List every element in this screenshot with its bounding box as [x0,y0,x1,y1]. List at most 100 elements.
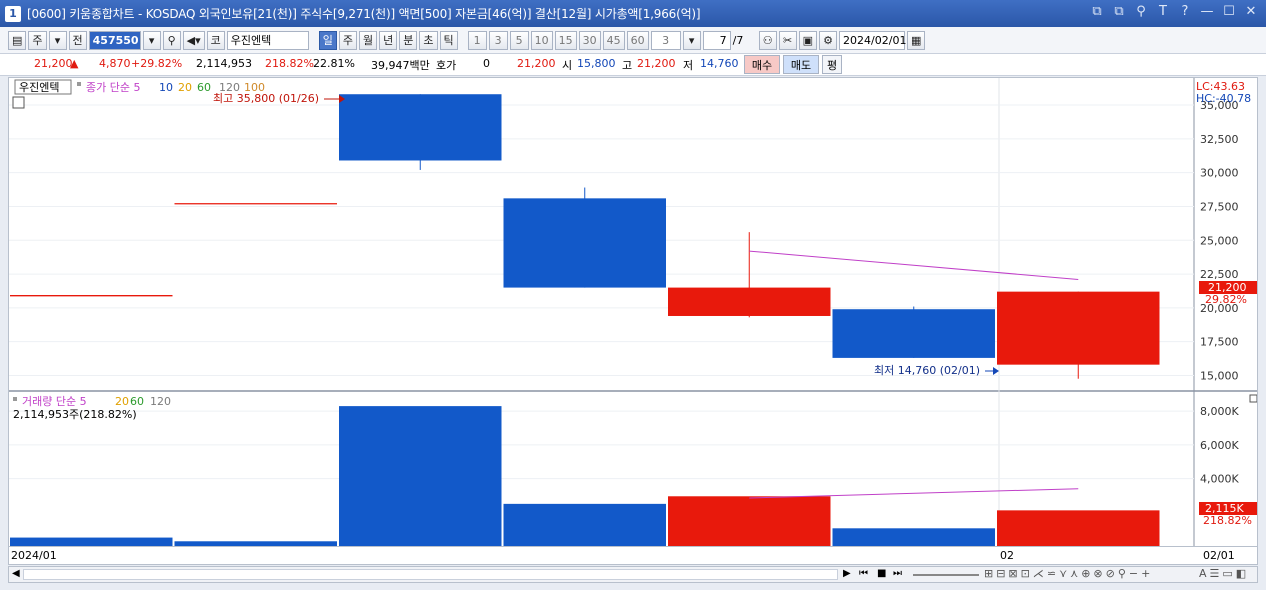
candlestick-chart[interactable]: 35,00032,50030,00027,50025,00022,50020,0… [9,78,1258,546]
zoom-slider[interactable] [913,574,979,576]
volume-value-note: 2,114,953주(218.82%) [13,408,137,421]
stock-code-input[interactable]: 457550 [88,30,141,50]
x-label-right: 02/01 [1203,549,1235,562]
low-label: 저 [683,59,694,72]
grid-toggle-icon[interactable] [12,96,25,109]
candle-body [339,94,502,161]
tab-tick[interactable]: 틱 [439,30,458,50]
stock-tag: 우진엔텍 [19,81,59,94]
code-dropdown-icon[interactable]: ▾ [142,30,161,50]
x-label-start: 2024/01 [11,549,57,562]
layout-icon[interactable]: ▤ [8,30,27,50]
maximize-icon[interactable]: ☐ [1222,4,1236,19]
volume-bar [10,537,173,546]
window-title: [0600] 키움종합차트 - KOSDAQ 외국인보유[21(천)] 주식수[… [27,7,701,21]
open-label: 시 [562,59,573,72]
scroll-right-icon[interactable]: ▶ [843,568,851,579]
price-legend-main: 종가 단순 5 [86,81,140,94]
hoga-label: 호가 [436,59,457,72]
interval-1[interactable]: 1 [467,30,487,50]
interval-10[interactable]: 10 [530,30,553,50]
copy-window-icon[interactable]: ⧉ [1112,4,1126,19]
text-tools-icon[interactable]: A☰▭◧ [1199,567,1249,580]
stop-icon[interactable]: ■ [877,568,886,579]
compare-icon[interactable]: ⚇ [758,30,777,50]
period-dropdown-icon[interactable]: ▾ [48,30,67,50]
trade-amount: 39,947백만 [371,59,430,72]
link-window-icon[interactable]: ⧉ [1090,4,1104,19]
price-change: 4,870 [99,57,131,70]
date-input[interactable]: 2024/02/01 [839,30,906,50]
candle-body [503,198,666,288]
tab-weekly[interactable]: 주 [338,30,358,50]
max-price-note: 최고 35,800 (01/26) [213,92,319,105]
interval-dropdown-icon[interactable]: ▾ [682,30,701,50]
volume-tick-label: 6,000K [1200,439,1239,452]
volume-ratio: 218.82% [265,57,314,70]
forward-icon[interactable]: ⏭ [893,568,902,579]
page-total: /7 [732,33,744,47]
minimize-icon[interactable]: — [1200,4,1214,19]
interval-45[interactable]: 45 [602,30,625,50]
price-ma5-line [749,250,1079,280]
eval-button[interactable]: 평 [822,55,842,74]
high-price: 21,200 [637,57,676,70]
rewind-icon[interactable]: ⏮ [859,568,868,579]
quote-bar: 21,200 ▲ 4,870 +29.82% 2,114,953 218.82%… [0,54,1266,76]
buy-button[interactable]: 매수 [744,55,780,74]
interval-60[interactable]: 60 [626,30,649,50]
settings-icon[interactable]: ⚙ [819,30,838,50]
calendar-icon[interactable]: ▦ [907,30,926,50]
sell-button[interactable]: 매도 [783,55,819,74]
up-arrow-icon: ▲ [70,57,79,70]
tab-daily[interactable]: 일 [318,30,337,50]
current-price: 21,200 [34,57,73,70]
close-icon[interactable]: ✕ [1244,4,1258,19]
search-icon[interactable]: ⚲ [162,30,181,50]
hoga-value: 0 [483,57,490,70]
stock-name-field[interactable]: 우진엔텍 [226,30,309,50]
scroll-track[interactable] [23,569,838,580]
price-tick-label: 30,000 [1200,167,1239,180]
tab-second[interactable]: 초 [419,30,438,50]
pin-icon[interactable]: ⚲ [1134,4,1148,19]
price-tick-label: 22,500 [1200,268,1239,281]
market-label[interactable]: 코 [206,30,225,50]
volume-bar [997,510,1160,546]
hc-label: HC:-40.78 [1196,92,1251,105]
chart-scrollbar[interactable]: ◀ ▶ ⏮ ■ ⏭ ⊞⊟⊠⊡⋌⋍⋎⋏⊕⊗⊘⚲−+ A☰▭◧ [8,566,1258,583]
volume-bar [668,496,831,546]
price-tick-label: 32,500 [1200,133,1239,146]
tab-yearly[interactable]: 년 [379,30,398,50]
speaker-icon[interactable]: ◀▾ [182,30,205,50]
interval-3[interactable]: 3 [488,30,508,50]
scroll-left-icon[interactable]: ◀ [12,568,20,579]
volume-panel-close-icon[interactable] [1249,394,1258,403]
candle-body [668,287,831,316]
window-number: 1 [5,5,21,22]
price-legend-10: 10 [159,81,173,94]
volume-bar [339,406,502,546]
period-select[interactable]: 주 [28,30,47,50]
drawing-tools-icon[interactable]: ⊞⊟⊠⊡⋌⋍⋎⋏⊕⊗⊘⚲−+ [984,567,1153,580]
interval-15[interactable]: 15 [554,30,577,50]
volume-tick-label: 4,000K [1200,473,1239,486]
volume-legend-main: 거래량 단순 5 [22,395,87,408]
help-icon[interactable]: ? [1178,4,1192,19]
interval-5[interactable]: 5 [509,30,529,50]
prev-button[interactable]: 전 [68,30,87,50]
save-icon[interactable]: ▣ [798,30,818,50]
price-legend-60: 60 [197,81,211,94]
volume-legend-20: 20 [115,395,129,408]
chart-area[interactable]: 35,000 32,500 30,000 27,500 25,000 22,500 20,0… [8,77,1258,547]
tools-icon[interactable]: ✂ [778,30,797,50]
interval-30[interactable]: 30 [578,30,601,50]
tab-monthly[interactable]: 월 [359,30,378,50]
volume-legend-120: 120 [150,395,171,408]
font-icon[interactable]: T [1156,4,1170,19]
interval-input[interactable]: 3 [650,30,681,50]
tab-minute[interactable]: 분 [399,30,418,50]
page-input[interactable]: 7 [702,30,731,50]
volume-bar [832,528,995,546]
volume-bar [174,541,337,546]
